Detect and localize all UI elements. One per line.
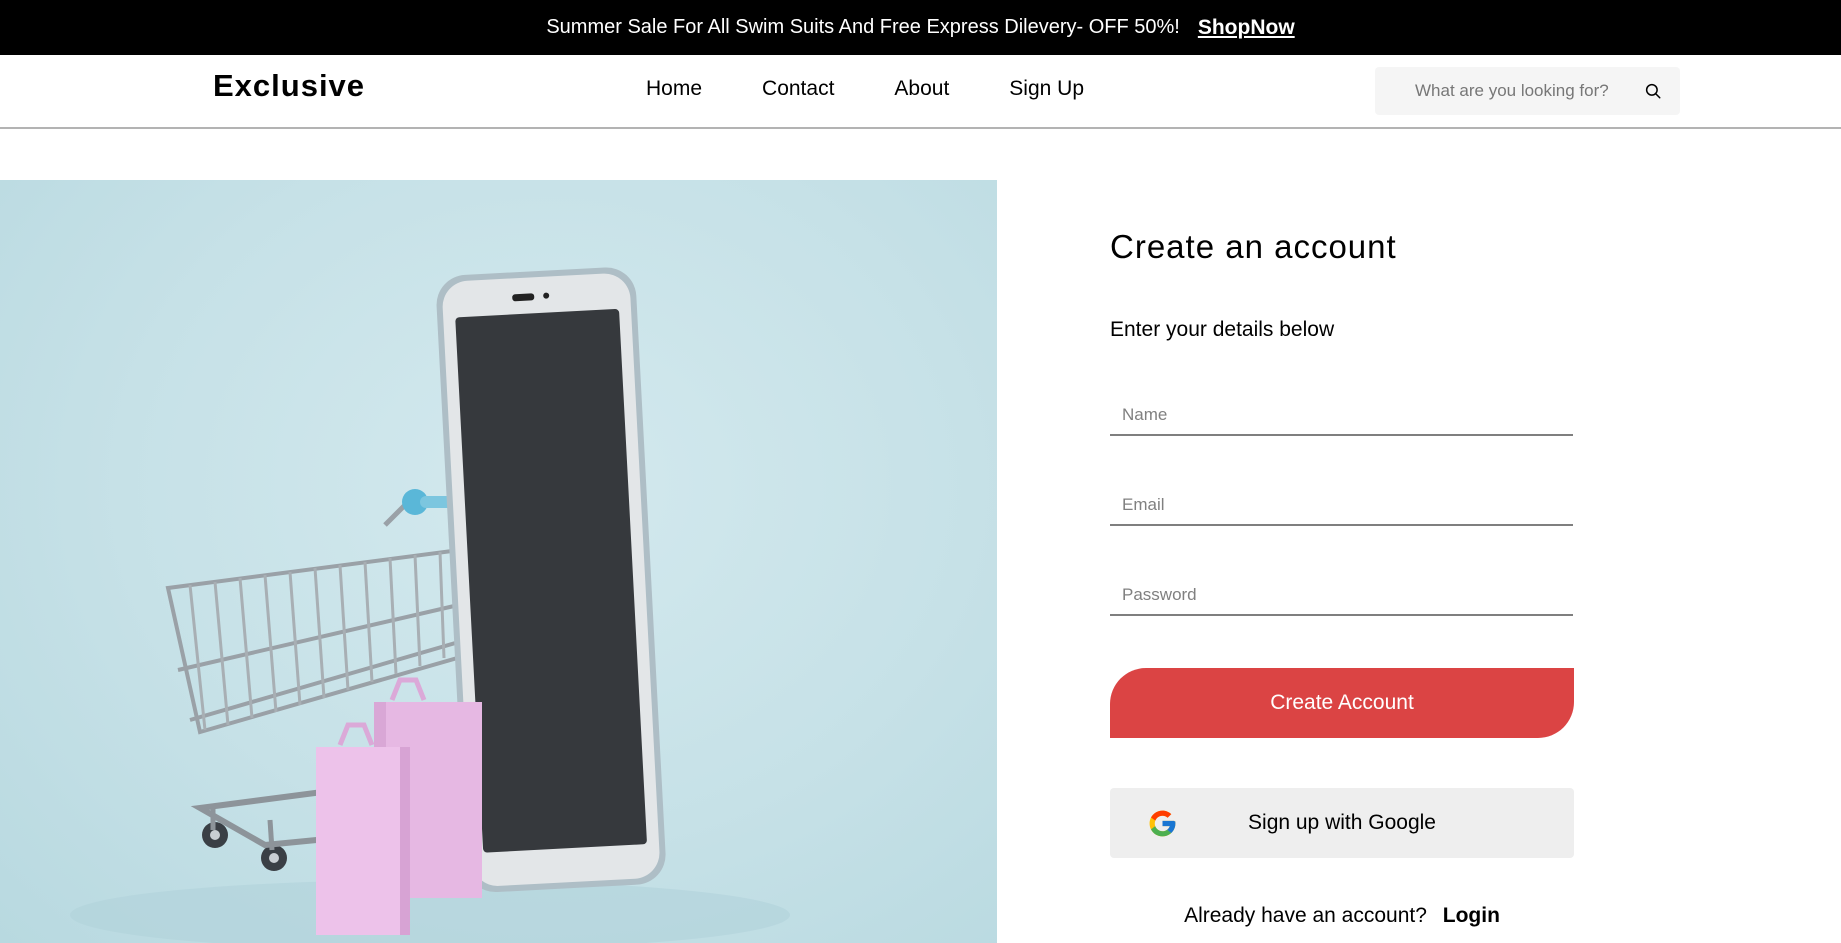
nav-sign-up[interactable]: Sign Up [1009,77,1084,101]
email-field[interactable] [1110,486,1573,526]
create-account-button[interactable]: Create Account [1110,668,1574,738]
login-prompt-text: Already have an account? [1184,904,1427,927]
shop-now-link[interactable]: ShopNow [1198,16,1295,40]
search-box [1375,67,1680,115]
form-title: Create an account [1110,228,1397,265]
form-subtitle: Enter your details below [1110,318,1335,341]
logo[interactable]: Exclusive [213,68,365,104]
login-link[interactable]: Login [1443,904,1500,927]
announcement-bar: Summer Sale For All Swim Suits And Free … [0,0,1841,55]
nav-home[interactable]: Home [646,77,702,101]
site-header: Exclusive Home Contact About Sign Up [0,55,1841,129]
google-button-label: Sign up with Google [1248,811,1436,834]
search-input[interactable] [1413,80,1633,102]
announcement-text: Summer Sale For All Swim Suits And Free … [546,16,1180,38]
search-icon[interactable] [1644,82,1662,100]
password-field[interactable] [1110,576,1573,616]
shopping-cart-phone-illustration [70,267,790,943]
google-signup-button[interactable]: Sign up with Google [1110,788,1574,858]
login-prompt: Already have an account? Login [1110,904,1574,928]
nav-contact[interactable]: Contact [762,77,834,101]
name-field[interactable] [1110,396,1573,436]
main-nav: Home Contact About Sign Up [646,77,1084,101]
nav-about[interactable]: About [894,77,949,101]
hero-image [0,180,997,943]
